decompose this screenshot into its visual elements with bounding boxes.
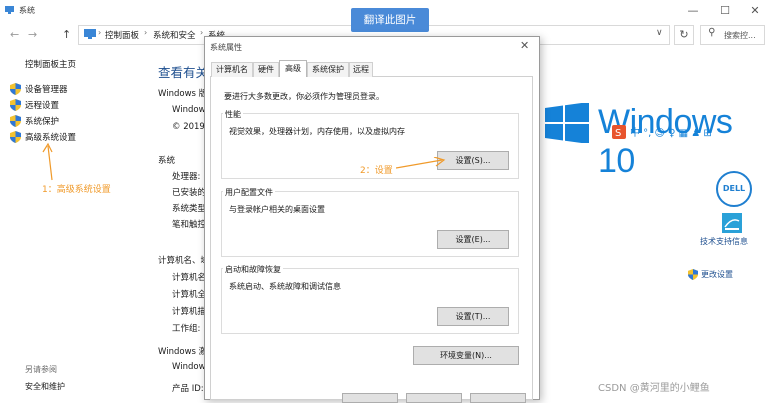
minimize-button[interactable]: — [686,4,700,17]
dialog-close-button[interactable]: ✕ [520,39,529,52]
breadcrumb-security[interactable]: 系统和安全 [153,29,196,41]
performance-group-title: 性能 [223,109,243,120]
system-row-label: 笔和触控 [172,220,207,230]
computer-row-label: 计算机名 [172,273,207,283]
user-profiles-settings-button[interactable]: 设置(E)... [437,230,509,249]
startup-settings-button[interactable]: 设置(T)... [437,307,509,326]
apply-button[interactable] [470,393,526,403]
computer-row-label: 计算机描 [172,307,207,317]
shield-icon [10,115,21,127]
performance-settings-button[interactable]: 设置(S)... [437,151,509,170]
dell-logo: DELL [716,171,752,207]
windows-edition-heading: Windows 版 [158,89,208,99]
startup-recovery-desc: 系统启动、系统故障和调试信息 [229,282,341,291]
performance-desc: 视觉效果，处理器计划，内存使用，以及虚拟内存 [229,127,405,136]
windows10-wordmark: Windows 10 [598,103,733,180]
energy-star-icon [722,213,742,233]
annotation-step-1: 1：高级系统设置 [42,185,111,195]
support-info-link[interactable]: 技术支持信息 [700,236,748,247]
shield-icon [10,83,21,95]
svg-text:S: S [615,128,621,139]
security-maintenance-link[interactable]: 安全和维护 [25,381,65,392]
user-profiles-group-title: 用户配置文件 [223,187,275,198]
cancel-button[interactable] [406,393,462,403]
forward-button[interactable]: → [28,28,37,41]
system-section-heading: 系统 [158,156,176,166]
system-icon [5,6,14,14]
tab-computer-name[interactable]: 计算机名 [211,62,253,77]
tab-advanced[interactable]: 高级 [279,60,307,77]
computer-row-label: 计算机全 [172,290,207,300]
dialog-title: 系统属性 [210,43,242,52]
maximize-button[interactable]: ☐ [718,4,732,17]
breadcrumb-separator: › [144,28,148,37]
search-icon: ⚲ [708,27,716,38]
annotation-step-2: 2：设置 [360,166,393,176]
tab-hardware[interactable]: 硬件 [253,62,279,77]
close-window-button[interactable]: ✕ [748,4,762,17]
tab-system-protection[interactable]: 系统保护 [307,62,349,77]
user-profiles-desc: 与登录帐户相关的桌面设置 [229,205,325,214]
up-button[interactable]: ↑ [62,28,71,41]
breadcrumb-separator: › [98,28,102,37]
environment-variables-button[interactable]: 环境变量(N)... [413,346,519,365]
startup-recovery-group-title: 启动和故障恢复 [223,264,283,275]
admin-note: 要进行大多数更改，你必须作为管理员登录。 [224,92,384,101]
ime-toolbar-icon: S 中 °, ☺ ♀ ▦ ♟ ⊞ [612,125,712,139]
change-settings-link[interactable]: 更改设置 [688,269,733,280]
breadcrumb-control-panel[interactable]: 控制面板 [105,29,139,41]
shield-icon [10,131,21,143]
control-panel-home-link[interactable]: 控制面板主页 [25,58,76,70]
ok-button[interactable] [342,393,398,403]
sidebar-item-device-manager[interactable]: 设备管理器 [10,83,68,95]
sidebar-item-remote-settings[interactable]: 远程设置 [10,99,59,111]
shield-icon [10,99,21,111]
translate-image-button[interactable]: 翻译此图片 [351,8,429,32]
window-title: 系统 [19,6,35,15]
annotation-arrow-icon [396,157,446,169]
see-also-heading: 另请参阅 [25,365,57,374]
breadcrumb-separator: › [200,28,204,37]
sidebar-item-label: 远程设置 [25,101,60,111]
system-row-label: 处理器: [172,172,201,182]
sidebar-item-system-protection[interactable]: 系统保护 [10,115,59,127]
shield-icon [688,269,698,280]
chevron-down-icon[interactable]: ∨ [656,28,663,38]
product-id-label: 产品 ID: [172,384,204,394]
system-row-label: 已安装的 [172,188,207,198]
annotation-arrow-icon [42,142,53,181]
windows-logo-icon [545,103,589,143]
change-settings-label: 更改设置 [701,270,733,279]
refresh-button[interactable]: ↻ [674,25,694,45]
sidebar-item-label: 设备管理器 [25,85,68,95]
control-panel-icon [84,29,96,39]
sidebar-item-label: 系统保护 [25,117,60,127]
page-title: 查看有关 [158,65,209,80]
computer-section-heading: 计算机名、域 [158,256,210,266]
tab-remote[interactable]: 远程 [349,62,373,77]
back-button[interactable]: ← [10,28,19,41]
system-row-label: 系统类型 [172,204,207,214]
activation-section-heading: Windows 激 [158,347,208,357]
computer-row-label: 工作组: [172,324,201,334]
csdn-watermark: CSDN @黄河里的小鲤鱼 [598,383,710,394]
search-input[interactable]: 搜索控... [724,30,756,41]
svg-text:中 °, ☺ ♀ ▦ ♟ ⊞: 中 °, ☺ ♀ ▦ ♟ ⊞ [630,126,712,139]
